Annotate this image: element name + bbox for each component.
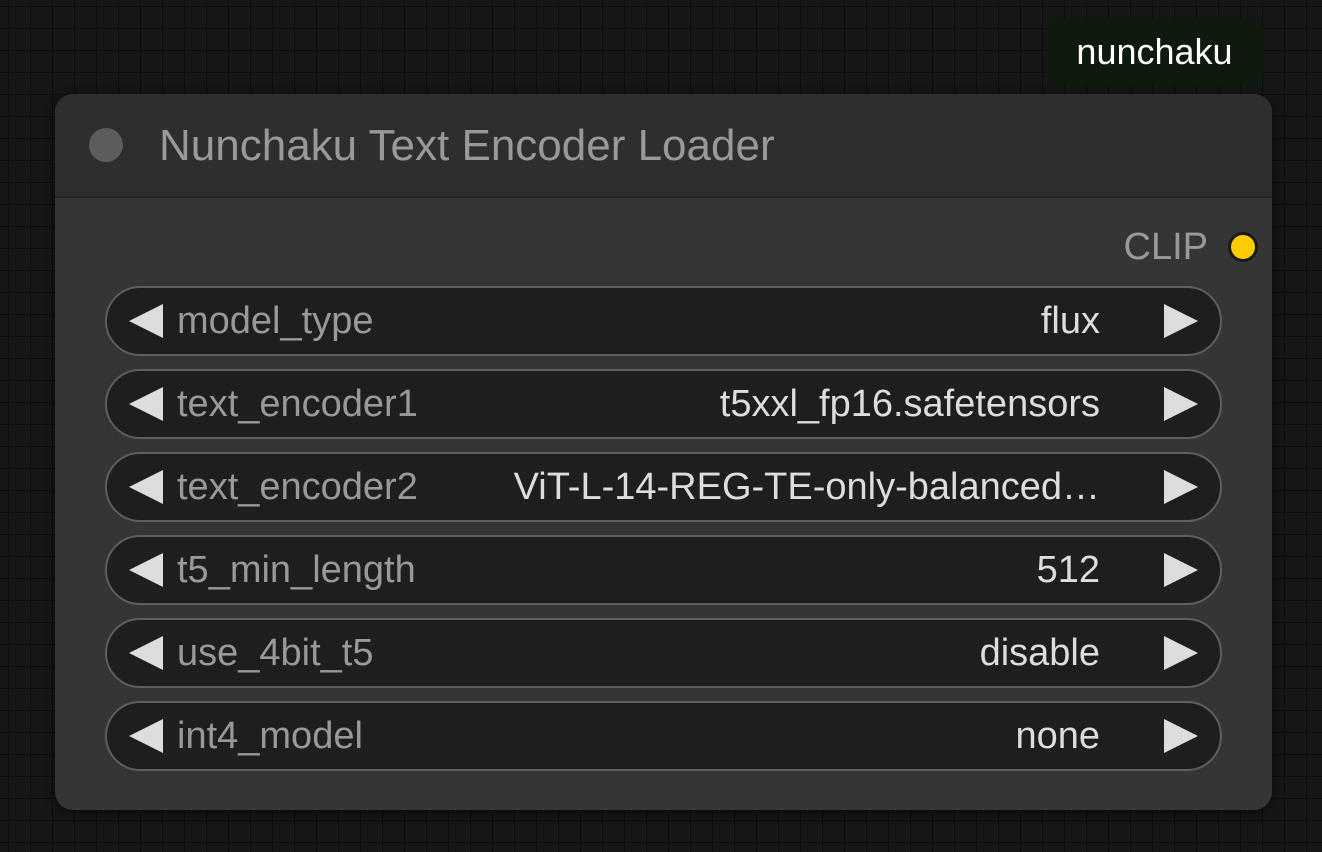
decrement-arrow-icon[interactable] [129,719,163,753]
decrement-arrow-icon[interactable] [129,636,163,670]
increment-arrow-icon[interactable] [1164,387,1198,421]
decrement-arrow-icon[interactable] [129,387,163,421]
node-source-badge: nunchaku [1046,18,1263,86]
widget-text-encoder1[interactable]: text_encoder1 t5xxl_fp16.safetensors [105,369,1222,439]
increment-arrow-icon[interactable] [1164,304,1198,338]
widget-text-encoder2[interactable]: text_encoder2 ViT-L-14-REG-TE-only-balan… [105,452,1222,522]
widget-value[interactable]: 512 [1037,537,1100,603]
widget-value[interactable]: t5xxl_fp16.safetensors [720,371,1100,437]
decrement-arrow-icon[interactable] [129,470,163,504]
widget-model-type[interactable]: model_type flux [105,286,1222,356]
decrement-arrow-icon[interactable] [129,553,163,587]
output-socket-icon[interactable] [1228,232,1258,262]
increment-arrow-icon[interactable] [1164,636,1198,670]
widget-label: int4_model [177,715,363,757]
widget-value[interactable]: flux [1041,288,1100,354]
increment-arrow-icon[interactable] [1164,719,1198,753]
widget-label: use_4bit_t5 [177,632,374,674]
node-title: Nunchaku Text Encoder Loader [159,121,775,170]
widget-value[interactable]: ViT-L-14-REG-TE-only-balanced… [514,454,1100,520]
widget-label: model_type [177,300,374,342]
widget-value[interactable]: disable [980,620,1100,686]
widget-value[interactable]: none [1015,703,1100,769]
output-label: CLIP [1123,225,1208,268]
widget-t5-min-length[interactable]: t5_min_length 512 [105,535,1222,605]
widget-label: text_encoder2 [177,466,418,508]
increment-arrow-icon[interactable] [1164,553,1198,587]
node-header[interactable]: Nunchaku Text Encoder Loader [55,94,1272,198]
widget-label: text_encoder1 [177,383,418,425]
text-encoder-loader-node[interactable]: Nunchaku Text Encoder Loader CLIP model_… [55,94,1272,810]
collapse-toggle-icon[interactable] [89,128,123,162]
widget-use-4bit-t5[interactable]: use_4bit_t5 disable [105,618,1222,688]
decrement-arrow-icon[interactable] [129,304,163,338]
increment-arrow-icon[interactable] [1164,470,1198,504]
widget-int4-model[interactable]: int4_model none [105,701,1222,771]
output-clip: CLIP [1124,224,1258,270]
widget-label: t5_min_length [177,549,416,591]
